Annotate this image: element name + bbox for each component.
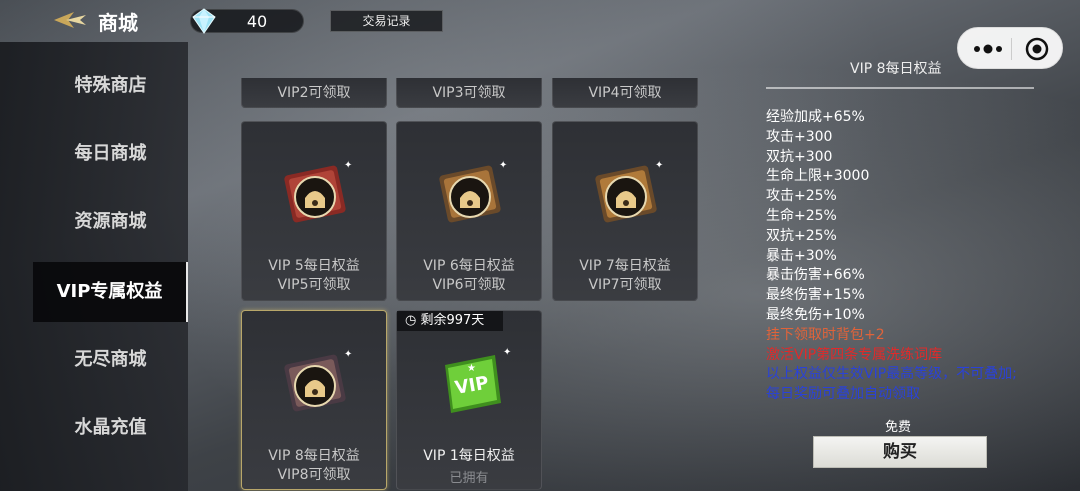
benefit-line: 暴击伤害+66%	[766, 267, 865, 284]
svg-text:✦: ✦	[503, 347, 511, 358]
sidebar-item-special-shop[interactable]: 特殊商店	[33, 56, 188, 116]
vip5-card[interactable]: ✦ VIP 5每日权益 VIP5可领取	[241, 121, 387, 301]
card-title: VIP 6每日权益	[423, 258, 515, 274]
capsule-divider	[1011, 38, 1012, 60]
vip8-card[interactable]: ✦ VIP 8每日权益 VIP8可领取	[241, 310, 387, 490]
benefit-line: 生命+25%	[766, 207, 837, 224]
svg-text:✦: ✦	[499, 160, 507, 171]
svg-text:✦: ✦	[344, 349, 352, 360]
back-arrow-icon[interactable]	[52, 9, 88, 31]
svg-text:✦: ✦	[344, 160, 352, 171]
benefit-line: 双抗+25%	[766, 227, 837, 244]
sidebar-item-crystal-recharge[interactable]: 水晶充值	[33, 398, 188, 458]
gem-count: 40	[246, 12, 268, 31]
card-claim-label: VIP2可领取	[277, 85, 351, 101]
gift-chest-icon: ✦	[579, 152, 673, 242]
gift-chest-icon: ✦	[268, 152, 362, 242]
card-title: VIP 7每日权益	[579, 258, 671, 274]
benefit-line-highlight: 挂下领取时背包+2	[766, 326, 885, 343]
benefit-list: 经验加成+65% 攻击+300 双抗+300 生命上限+3000 攻击+25% …	[766, 108, 1066, 405]
detail-divider	[766, 87, 1034, 89]
benefit-line: 攻击+25%	[766, 188, 837, 205]
card-title: VIP 5每日权益	[268, 258, 360, 274]
timer-badge: ◷ 剩余997天	[397, 311, 503, 331]
close-target-icon[interactable]	[1020, 35, 1054, 63]
diamond-icon	[191, 7, 217, 35]
svg-text:✦: ✦	[655, 160, 663, 171]
benefit-line: 经验加成+65%	[766, 109, 865, 125]
vip6-card[interactable]: ✦ VIP 6每日权益 VIP6可领取	[396, 121, 542, 301]
gift-chest-icon: ✦	[268, 341, 362, 431]
detail-title: VIP 8每日权益	[850, 61, 942, 77]
price-label: 免费	[885, 420, 912, 435]
benefit-note: 每日奖励可叠加自动领取	[766, 386, 920, 403]
more-dots-icon[interactable]	[968, 35, 1008, 63]
vip7-card[interactable]: ✦ VIP 7每日权益 VIP7可领取	[552, 121, 698, 301]
benefit-line: 最终免伤+10%	[766, 306, 865, 323]
benefit-line: 最终伤害+15%	[766, 287, 865, 304]
vip2-card[interactable]: VIP2可领取	[241, 78, 387, 108]
benefit-line: 攻击+300	[766, 128, 833, 145]
sidebar-item-vip-benefits[interactable]: VIP专属权益	[33, 262, 188, 322]
sidebar-item-endless-shop[interactable]: 无尽商城	[33, 330, 188, 390]
benefit-note: 以上权益仅生效VIP最高等级，不可叠加;	[766, 366, 1017, 383]
clock-icon: ◷	[405, 313, 417, 328]
svg-text:★: ★	[467, 363, 476, 374]
benefit-line-highlight: 激活VIP第四条专属洗练词库	[766, 346, 943, 363]
trade-history-button[interactable]: 交易记录	[330, 10, 443, 32]
card-claim-label: VIP6可领取	[432, 277, 506, 293]
card-claim-label: VIP7可领取	[588, 277, 662, 293]
remaining-days: 剩余997天	[420, 313, 485, 328]
benefit-line: 双抗+300	[766, 148, 833, 165]
gift-chest-icon: ✦	[423, 152, 517, 242]
benefit-line: 暴击+30%	[766, 247, 837, 264]
card-title: VIP 8每日权益	[268, 448, 360, 464]
benefit-line: 生命上限+3000	[766, 168, 870, 185]
vip1-card[interactable]: ◷ 剩余997天 VIP ★ ✦ VIP 1每日权益 已拥有	[396, 310, 542, 490]
card-claim-label: VIP4可领取	[588, 85, 662, 101]
vip-ticket-icon: VIP ★ ✦	[423, 341, 517, 431]
vip4-card[interactable]: VIP4可领取	[552, 78, 698, 108]
card-title: VIP 1每日权益	[423, 448, 515, 464]
owned-label: 已拥有	[449, 471, 489, 486]
page-title: 商城	[98, 11, 138, 35]
sidebar-item-daily-shop[interactable]: 每日商城	[33, 124, 188, 184]
top-bar: 商城 40 交易记录	[0, 0, 1080, 42]
buy-button[interactable]: 购买	[813, 436, 987, 468]
card-claim-label: VIP3可领取	[432, 85, 506, 101]
miniprogram-capsule	[957, 27, 1063, 69]
gem-balance: 40	[190, 7, 304, 35]
sidebar-item-resource-shop[interactable]: 资源商城	[33, 192, 188, 252]
vip3-card[interactable]: VIP3可领取	[396, 78, 542, 108]
card-claim-label: VIP8可领取	[277, 467, 351, 483]
card-claim-label: VIP5可领取	[277, 277, 351, 293]
